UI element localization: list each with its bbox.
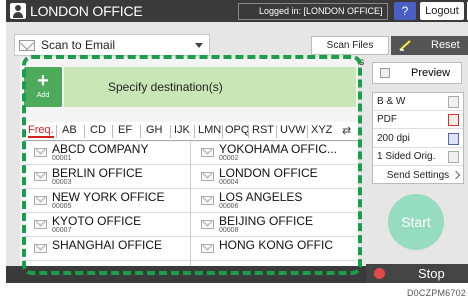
mail-icon xyxy=(19,40,35,51)
add-label: Add xyxy=(36,92,50,99)
stop-icon xyxy=(374,268,385,279)
resolution-value: 200 dpi xyxy=(377,133,410,144)
list-item[interactable]: LONDON OFFICE 00004 xyxy=(191,166,357,189)
scan-settings-box: B & W PDF 200 dpi 1 Sided Orig. Send Set… xyxy=(372,92,464,184)
color-mode-setting[interactable]: B & W xyxy=(373,93,463,111)
entry-number: 00005 xyxy=(52,203,72,210)
chevron-down-icon xyxy=(195,43,203,48)
mail-icon xyxy=(34,196,47,205)
list-item[interactable]: HONG KONG OFFIC xyxy=(191,238,357,261)
tab-divider xyxy=(56,125,57,138)
tab-xyz[interactable]: XYZ xyxy=(311,124,332,136)
pdf-icon xyxy=(448,114,459,126)
mail-icon xyxy=(34,148,47,157)
file-type-value: PDF xyxy=(377,114,397,125)
help-button[interactable]: ? xyxy=(394,2,416,20)
specify-destination-field[interactable]: Specify destination(s) xyxy=(64,67,356,107)
address-tabs: Freq. AB CD EF GH IJK LMN OPQ RST UVW XY… xyxy=(24,122,358,141)
send-settings-button[interactable]: Send Settings xyxy=(373,167,463,185)
entry-number: 00006 xyxy=(219,203,239,210)
tab-freq[interactable]: Freq. xyxy=(28,124,54,138)
preview-toggle[interactable]: Preview xyxy=(372,62,462,84)
preview-label: Preview xyxy=(411,67,451,79)
resolution-icon xyxy=(448,133,459,145)
tab-lmn[interactable]: LMN xyxy=(198,124,221,136)
list-item[interactable]: KYOTO OFFICE 00007 xyxy=(24,214,190,237)
sides-icon xyxy=(448,151,459,163)
entry-number: 00007 xyxy=(52,227,72,234)
tab-divider xyxy=(222,125,223,138)
add-destination-button[interactable]: + Add xyxy=(24,67,62,107)
entry-number: 00002 xyxy=(219,155,239,162)
entry-name: SHANGHAI OFFICE xyxy=(52,238,163,252)
tab-ijk[interactable]: IJK xyxy=(174,124,190,136)
send-settings-label: Send Settings xyxy=(386,170,450,181)
login-status[interactable]: Logged in: [LONDON OFFICE] xyxy=(238,3,388,20)
app-title: LONDON OFFICE xyxy=(30,3,143,19)
entry-number: 00008 xyxy=(219,227,239,234)
plus-icon: + xyxy=(37,70,49,92)
scan-to-email-label: Scan to Email xyxy=(41,38,116,52)
mail-icon xyxy=(201,196,214,205)
list-item[interactable]: ABCD COMPANY 00001 xyxy=(24,142,190,165)
file-type-setting[interactable]: PDF xyxy=(373,111,463,129)
tab-divider xyxy=(248,125,249,138)
reset-label: Reset xyxy=(431,39,460,51)
mail-icon xyxy=(201,220,214,229)
entry-number: 00003 xyxy=(52,179,72,186)
resolution-setting[interactable]: 200 dpi xyxy=(373,130,463,148)
chevron-right-icon xyxy=(451,170,461,180)
tab-divider xyxy=(276,125,277,138)
sides-setting[interactable]: 1 Sided Orig. xyxy=(373,148,463,166)
list-item[interactable]: YOKOHAMA OFFIC... 00002 xyxy=(191,142,357,165)
device-screen: LONDON OFFICE Logged in: [LONDON OFFICE]… xyxy=(6,0,468,283)
top-bar: LONDON OFFICE Logged in: [LONDON OFFICE]… xyxy=(6,0,468,22)
tab-gh[interactable]: GH xyxy=(146,124,163,136)
tab-divider xyxy=(307,125,308,138)
tab-divider xyxy=(194,125,195,138)
tab-divider xyxy=(112,125,113,138)
tab-opq[interactable]: OPQ xyxy=(225,124,249,136)
mail-icon xyxy=(34,244,47,253)
tab-divider xyxy=(170,125,171,138)
reset-icon xyxy=(399,40,411,51)
mail-icon xyxy=(201,244,214,253)
user-icon xyxy=(10,3,26,19)
mail-icon xyxy=(201,148,214,157)
scan-files-status-button[interactable]: Scan Files Status xyxy=(311,36,389,68)
list-item[interactable]: NEW YORK OFFICE 00005 xyxy=(24,190,190,213)
scan-to-email-select[interactable]: Scan to Email xyxy=(14,34,210,56)
stop-button[interactable]: Stop xyxy=(366,264,468,283)
mail-icon xyxy=(34,220,47,229)
sides-value: 1 Sided Orig. xyxy=(377,151,436,162)
mail-icon xyxy=(201,172,214,181)
entry-number: 00001 xyxy=(52,155,72,162)
entry-number: 00004 xyxy=(219,179,239,186)
destination-list: ABCD COMPANY 00001 YOKOHAMA OFFIC... 000… xyxy=(24,142,358,266)
tab-rst[interactable]: RST xyxy=(252,124,274,136)
tab-ab[interactable]: AB xyxy=(62,124,77,136)
figure-code: D0CZPM6702 xyxy=(406,288,466,298)
color-mode-icon xyxy=(448,96,459,108)
preview-checkbox xyxy=(380,68,390,78)
tab-divider xyxy=(140,125,141,138)
list-item[interactable]: LOS ANGELES 00006 xyxy=(191,190,357,213)
list-item[interactable]: BERLIN OFFICE 00003 xyxy=(24,166,190,189)
tab-divider xyxy=(84,125,85,138)
reset-button[interactable]: Reset xyxy=(391,36,468,55)
color-mode-value: B & W xyxy=(377,96,406,107)
stop-label: Stop xyxy=(418,266,445,281)
tab-uvw[interactable]: UVW xyxy=(280,124,306,136)
tab-ef[interactable]: EF xyxy=(118,124,132,136)
entry-name: HONG KONG OFFIC xyxy=(219,238,333,252)
mail-icon xyxy=(34,172,47,181)
logout-button[interactable]: Logout xyxy=(420,2,464,20)
list-item[interactable]: BEIJING OFFICE 00008 xyxy=(191,214,357,237)
swap-order-icon[interactable]: ⇄ xyxy=(342,125,354,137)
list-item[interactable]: SHANGHAI OFFICE xyxy=(24,238,190,261)
tab-cd[interactable]: CD xyxy=(90,124,106,136)
start-button[interactable]: Start xyxy=(388,194,444,250)
